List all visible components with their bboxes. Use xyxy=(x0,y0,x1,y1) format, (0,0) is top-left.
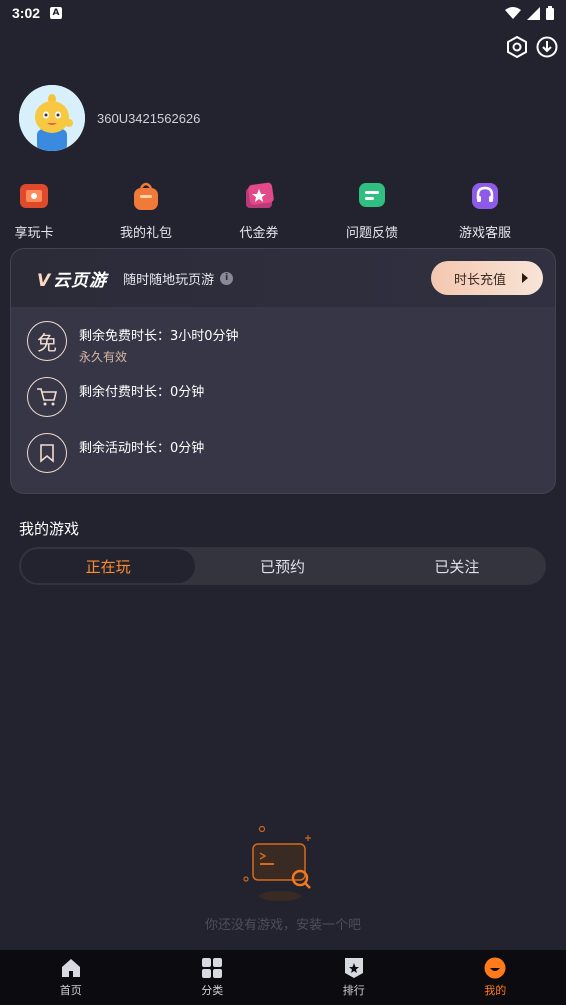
quick-item-feedback[interactable]: 问题反馈 xyxy=(327,180,417,241)
paid-time-text: 剩余付费时长：0分钟 xyxy=(79,385,205,400)
tab-category[interactable]: 分类 xyxy=(142,950,284,1005)
smile-face-icon xyxy=(484,957,506,979)
quick-item-label: 游戏客服 xyxy=(458,226,511,241)
top-actions xyxy=(506,36,558,58)
bookmark-icon xyxy=(27,433,67,473)
tab-label: 我的 xyxy=(484,984,507,997)
grid-icon xyxy=(202,958,223,978)
cloud-card-header: V 云页游 随时随地玩页游 i 时长充值 xyxy=(11,249,555,307)
my-games-title: 我的游戏 xyxy=(19,520,80,538)
empty-state: 你还没有游戏，安装一个吧 xyxy=(0,822,566,933)
headset-icon xyxy=(472,183,498,209)
free-time-text: 剩余免费时长：3小时0分钟 xyxy=(79,329,239,344)
ranking-badge-icon xyxy=(344,958,363,978)
paid-time-row: 剩余付费时长：0分钟 xyxy=(27,377,539,433)
avatar[interactable] xyxy=(19,85,85,151)
empty-hint: 你还没有游戏，安装一个吧 xyxy=(204,918,361,933)
cloud-brand-logo: V 云页游 xyxy=(37,270,108,291)
tab-reserved[interactable]: 已预约 xyxy=(195,549,369,583)
profile[interactable]: 360U3421562626 xyxy=(19,85,200,151)
username: 360U3421562626 xyxy=(97,110,201,126)
cloud-game-card: V 云页游 随时随地玩页游 i 时长充值 免 剩余免费时长：3小时0分钟 永久有效… xyxy=(10,248,556,494)
tab-mine[interactable]: 我的 xyxy=(425,950,566,1005)
play-card-icon xyxy=(20,184,48,208)
quick-item-support[interactable]: 游戏客服 xyxy=(440,180,530,241)
quick-item-label: 我的礼包 xyxy=(119,226,172,241)
recharge-button[interactable]: 时长充值 xyxy=(431,261,543,295)
free-time-validity: 永久有效 xyxy=(79,350,128,364)
quick-item-label: 享玩卡 xyxy=(14,226,54,241)
download-icon[interactable] xyxy=(536,36,558,58)
event-time-text: 剩余活动时长：0分钟 xyxy=(79,441,205,456)
play-arrow-icon xyxy=(522,273,528,283)
battery-icon xyxy=(546,6,554,20)
event-time-row: 剩余活动时长：0分钟 xyxy=(27,433,539,489)
quick-item-label: 代金券 xyxy=(239,226,279,241)
settings-icon[interactable] xyxy=(506,36,528,58)
quick-item-label: 问题反馈 xyxy=(345,226,398,241)
free-icon: 免 xyxy=(27,321,67,361)
feedback-icon xyxy=(359,183,385,207)
status-time: 3:02 xyxy=(12,5,41,21)
gift-bag-icon xyxy=(134,182,158,210)
quick-item-coupon[interactable]: 代金券 xyxy=(214,180,304,241)
my-games-tabs: 正在玩 已预约 已关注 xyxy=(19,547,546,585)
home-icon xyxy=(61,959,80,977)
status-bar: 3:02 A xyxy=(0,0,566,26)
free-time-row: 免 剩余免费时长：3小时0分钟 永久有效 xyxy=(27,321,539,377)
tab-followed[interactable]: 已关注 xyxy=(370,549,544,583)
recharge-label: 时长充值 xyxy=(453,272,506,288)
tab-ranking[interactable]: 排行 xyxy=(283,950,425,1005)
tab-label: 分类 xyxy=(201,984,224,997)
tab-label: 首页 xyxy=(59,984,82,997)
mascot-avatar-icon xyxy=(19,85,85,151)
coupon-icon xyxy=(246,182,274,208)
cloud-slogan: 随时随地玩页游 xyxy=(123,272,215,288)
signal-icon xyxy=(527,6,540,20)
bottom-tab-bar: 首页 分类 排行 我的 xyxy=(0,950,566,1005)
empty-games-illustration-icon xyxy=(243,825,311,901)
tab-playing[interactable]: 正在玩 xyxy=(21,549,196,583)
notification-icon: A xyxy=(50,7,63,19)
quick-actions: 享玩卡 我的礼包 代金券 问题反馈 游戏客服 xyxy=(0,180,566,241)
cart-icon xyxy=(27,377,67,417)
wifi-icon xyxy=(505,6,521,19)
quick-item-play-card[interactable]: 享玩卡 xyxy=(0,180,79,241)
quick-item-gift[interactable]: 我的礼包 xyxy=(101,180,191,241)
time-rows: 免 剩余免费时长：3小时0分钟 永久有效 剩余付费时长：0分钟 剩余活动时长：0… xyxy=(11,307,555,493)
tab-label: 排行 xyxy=(342,984,365,997)
info-icon[interactable]: i xyxy=(220,271,234,285)
tab-home[interactable]: 首页 xyxy=(0,950,142,1005)
